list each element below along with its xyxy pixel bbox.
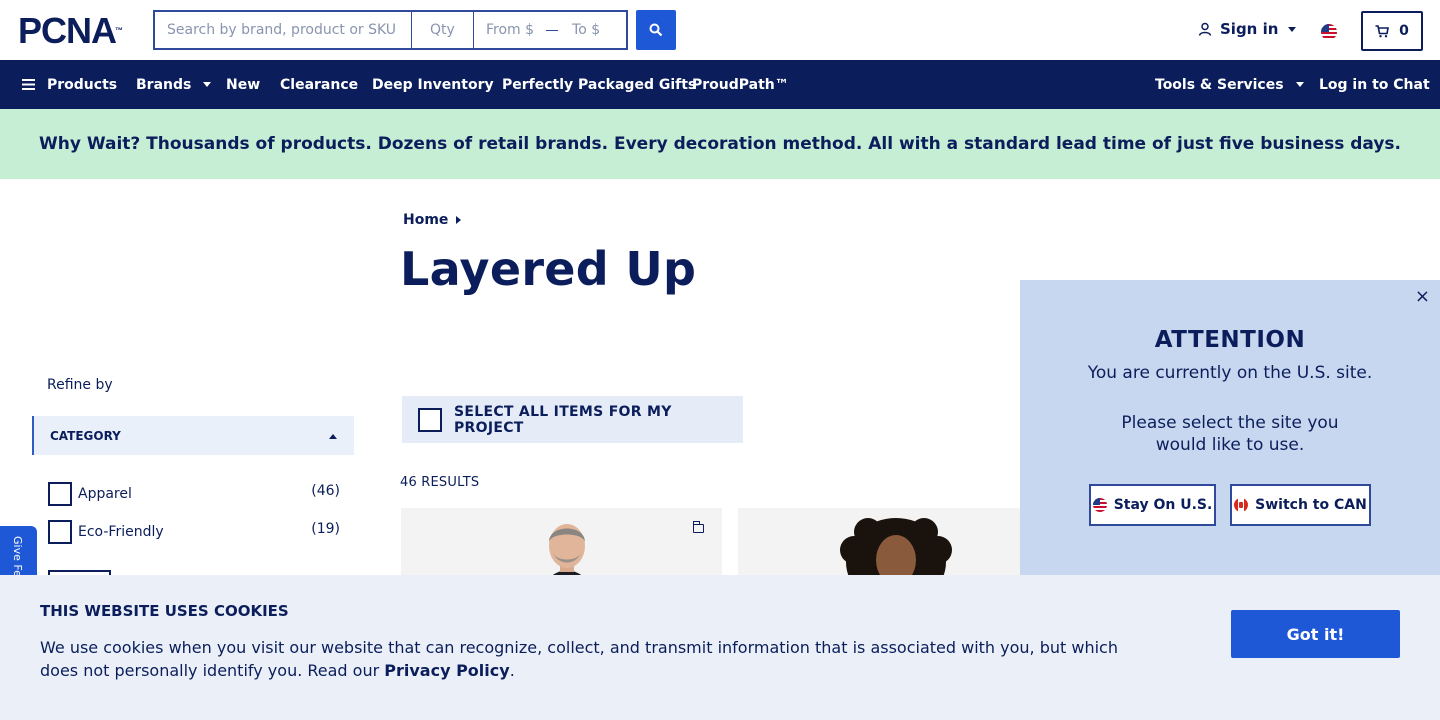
cookie-end: . bbox=[509, 661, 515, 680]
cart-count: 0 bbox=[1399, 23, 1409, 39]
menu-icon bbox=[22, 79, 35, 90]
cookie-accept-button[interactable]: Got it! bbox=[1231, 610, 1400, 658]
filter-count: (46) bbox=[311, 483, 340, 499]
switch-to-can-label: Switch to CAN bbox=[1255, 497, 1367, 513]
cart-icon bbox=[1375, 24, 1390, 37]
us-flag-icon[interactable] bbox=[1321, 24, 1337, 40]
popup-title: ATTENTION bbox=[1154, 327, 1306, 353]
select-all-checkbox[interactable] bbox=[418, 407, 442, 432]
filter-checkbox[interactable] bbox=[48, 482, 72, 506]
stay-on-us-button[interactable]: Stay On U.S. bbox=[1089, 484, 1216, 526]
chevron-down-icon bbox=[1288, 26, 1297, 32]
cookie-banner: THIS WEBSITE USES COOKIES We use cookies… bbox=[0, 575, 1440, 720]
cart-button[interactable]: 0 bbox=[1361, 11, 1423, 51]
popup-current-site-text: You are currently on the U.S. site. bbox=[1087, 363, 1373, 383]
chevron-right-icon bbox=[456, 216, 462, 224]
promo-banner: Why Wait? Thousands of products. Dozens … bbox=[0, 109, 1440, 179]
category-label: CATEGORY bbox=[50, 428, 121, 443]
canada-flag-icon bbox=[1234, 498, 1249, 512]
cookie-text: We use cookies when you visit our websit… bbox=[40, 636, 1140, 682]
nav-tools-label: Tools & Services bbox=[1155, 76, 1284, 93]
privacy-policy-link[interactable]: Privacy Policy bbox=[384, 661, 509, 680]
nav-products-label: Products bbox=[47, 76, 118, 93]
nav-proudpath[interactable]: ProudPath™ bbox=[692, 60, 789, 109]
close-icon[interactable]: × bbox=[1415, 288, 1430, 306]
top-header: PCNA ™ Search by brand, product or SKU Qt… bbox=[0, 0, 1440, 60]
nav-brands-label: Brands bbox=[136, 76, 192, 93]
nav-chat-login[interactable]: Log in to Chat bbox=[1319, 60, 1430, 109]
refine-label: Refine by bbox=[47, 377, 113, 393]
stay-on-us-label: Stay On U.S. bbox=[1113, 497, 1213, 513]
sign-in-menu[interactable]: Sign in bbox=[1198, 20, 1297, 38]
nav-new[interactable]: New bbox=[226, 60, 260, 109]
user-icon bbox=[1198, 22, 1212, 36]
filter-label: Apparel bbox=[78, 486, 132, 502]
nav-clearance[interactable]: Clearance bbox=[280, 60, 358, 109]
chevron-down-icon bbox=[1295, 82, 1304, 87]
breadcrumb-home[interactable]: Home bbox=[403, 212, 448, 228]
nav-deep-inventory[interactable]: Deep Inventory bbox=[372, 60, 494, 109]
price-from-input[interactable]: From $ bbox=[486, 22, 534, 38]
filter-option[interactable]: Apparel (46) bbox=[48, 482, 340, 506]
nav-tools-services[interactable]: Tools & Services bbox=[1155, 60, 1304, 109]
filter-count: (19) bbox=[311, 521, 340, 537]
us-flag-icon bbox=[1092, 498, 1107, 512]
nav-products[interactable]: Products bbox=[22, 60, 117, 109]
category-filter-header[interactable]: CATEGORY bbox=[32, 416, 354, 455]
main-nav: Products Brands New Clearance Deep Inven… bbox=[0, 60, 1440, 109]
qty-input[interactable]: Qty bbox=[412, 12, 474, 48]
select-all-items[interactable]: SELECT ALL ITEMS FOR MY PROJECT bbox=[402, 396, 743, 443]
add-to-project-icon[interactable] bbox=[692, 521, 704, 533]
logo-trademark: ™ bbox=[115, 26, 123, 35]
search-icon bbox=[649, 23, 663, 37]
nav-brands[interactable]: Brands bbox=[136, 60, 212, 109]
popup-instruction-text: Please select the site you would like to… bbox=[1121, 413, 1339, 455]
search-input[interactable]: Search by brand, product or SKU bbox=[155, 12, 412, 48]
filter-label: Eco-Friendly bbox=[78, 524, 164, 540]
cookie-title: THIS WEBSITE USES COOKIES bbox=[40, 602, 289, 620]
logo-text: PCNA bbox=[18, 10, 117, 51]
cookie-body: We use cookies when you visit our websit… bbox=[40, 638, 1118, 680]
search-bar: Search by brand, product or SKU Qty From… bbox=[153, 10, 628, 50]
nav-packaged-gifts[interactable]: Perfectly Packaged Gifts bbox=[502, 60, 696, 109]
filter-checkbox[interactable] bbox=[48, 520, 72, 544]
site-select-popup: × ATTENTION You are currently on the U.S… bbox=[1020, 280, 1440, 580]
chevron-up-icon bbox=[329, 434, 337, 439]
chevron-down-icon bbox=[203, 82, 212, 87]
results-count: 46 RESULTS bbox=[400, 475, 480, 490]
breadcrumb: Home bbox=[403, 212, 462, 228]
range-dash bbox=[546, 29, 559, 31]
pcna-logo[interactable]: PCNA ™ bbox=[18, 13, 123, 49]
price-to-input[interactable]: To $ bbox=[572, 22, 600, 38]
promo-text: Why Wait? Thousands of products. Dozens … bbox=[38, 134, 1402, 154]
search-button[interactable] bbox=[636, 10, 676, 50]
switch-to-can-button[interactable]: Switch to CAN bbox=[1230, 484, 1371, 526]
page-title: Layered Up bbox=[400, 242, 697, 296]
sign-in-label: Sign in bbox=[1220, 20, 1279, 38]
filter-option[interactable]: Eco-Friendly (19) bbox=[48, 520, 340, 544]
select-all-label: SELECT ALL ITEMS FOR MY PROJECT bbox=[454, 403, 672, 436]
price-range: From $ To $ bbox=[474, 12, 626, 48]
